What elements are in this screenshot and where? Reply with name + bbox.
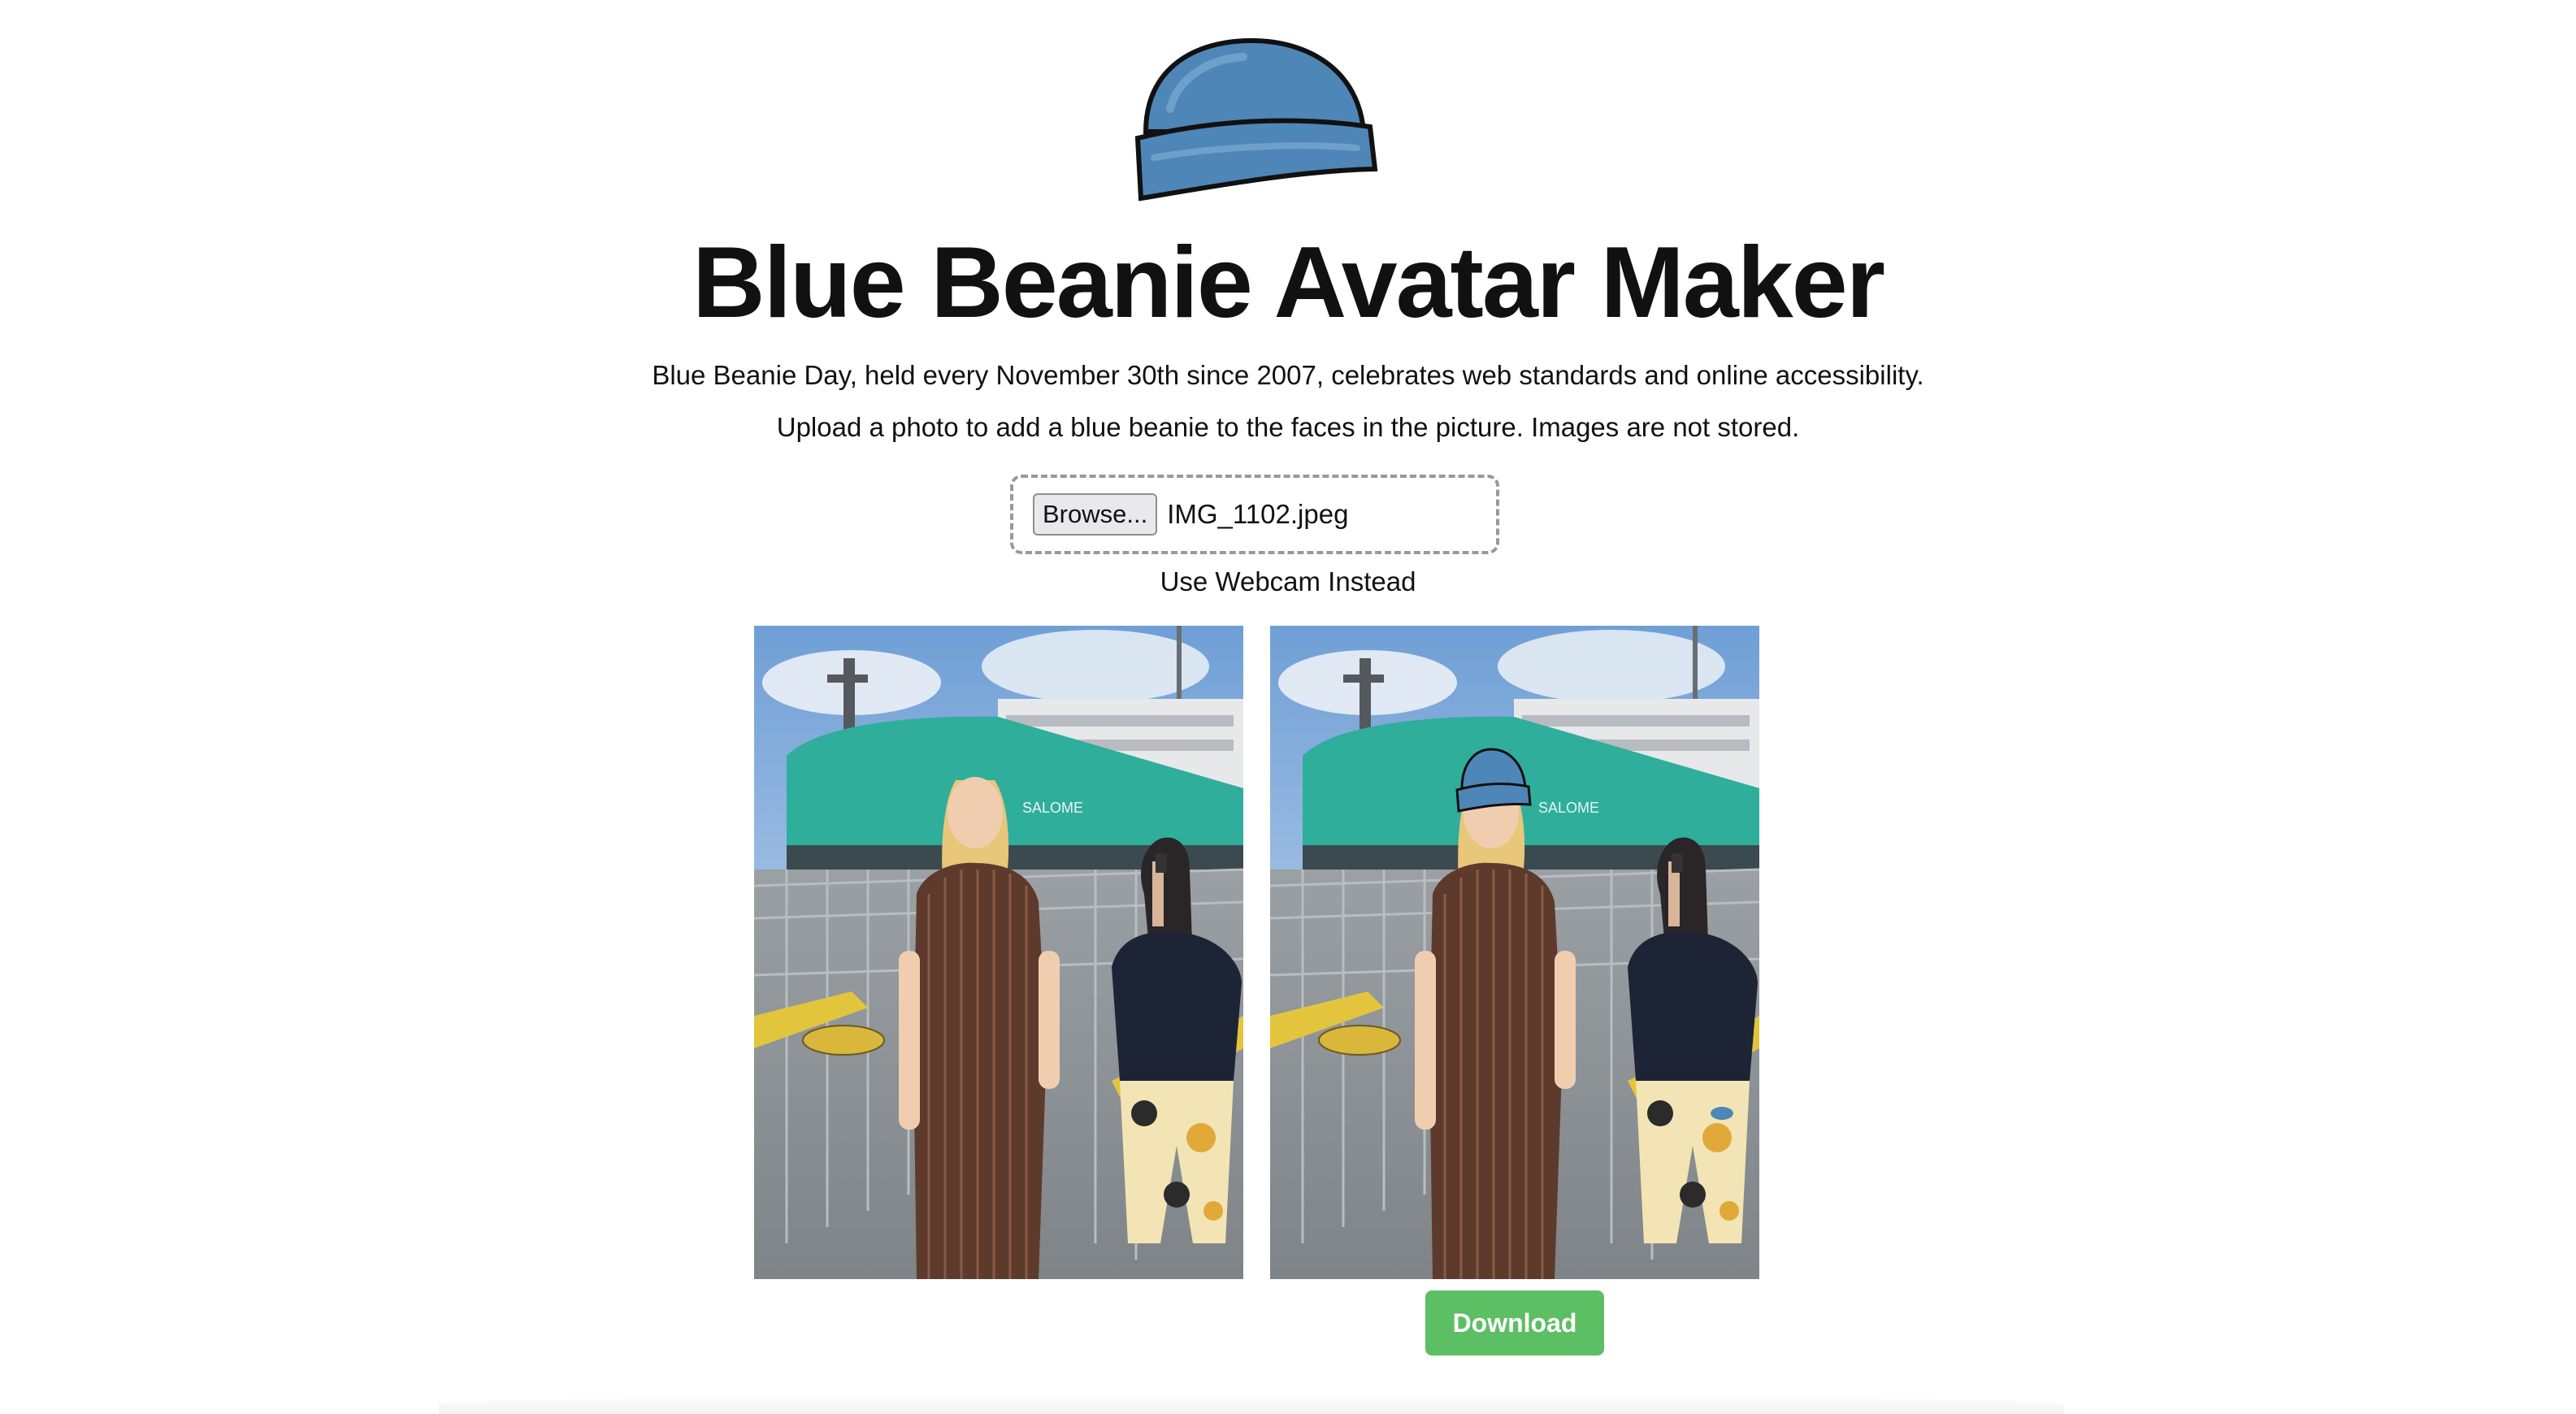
beanie-result-photo: SALOME: [1270, 626, 1759, 1279]
svg-text:SALOME: SALOME: [1022, 800, 1083, 816]
bottom-shadow: [439, 1394, 2064, 1414]
description-text: Blue Beanie Day, held every November 30t…: [652, 360, 1924, 390]
page: Blue Beanie Avatar Maker Blue Beanie Day…: [0, 0, 2576, 1414]
original-photo: SALOME: [754, 626, 1243, 1279]
selected-file-name: IMG_1102.jpeg: [1167, 499, 1349, 529]
upload-instructions: Upload a photo to add a blue beanie to t…: [776, 412, 1800, 442]
svg-text:SALOME: SALOME: [1538, 800, 1599, 816]
use-webcam-button[interactable]: Use Webcam Instead: [0, 564, 2576, 600]
page-title: Blue Beanie Avatar Maker: [692, 227, 1885, 339]
browse-button[interactable]: Browse...: [1033, 493, 1158, 536]
file-upload-dropzone[interactable]: Browse... IMG_1102.jpeg: [1010, 475, 1499, 554]
blue-beanie-icon: [1134, 37, 1378, 202]
download-button[interactable]: Download: [1425, 1290, 1604, 1355]
